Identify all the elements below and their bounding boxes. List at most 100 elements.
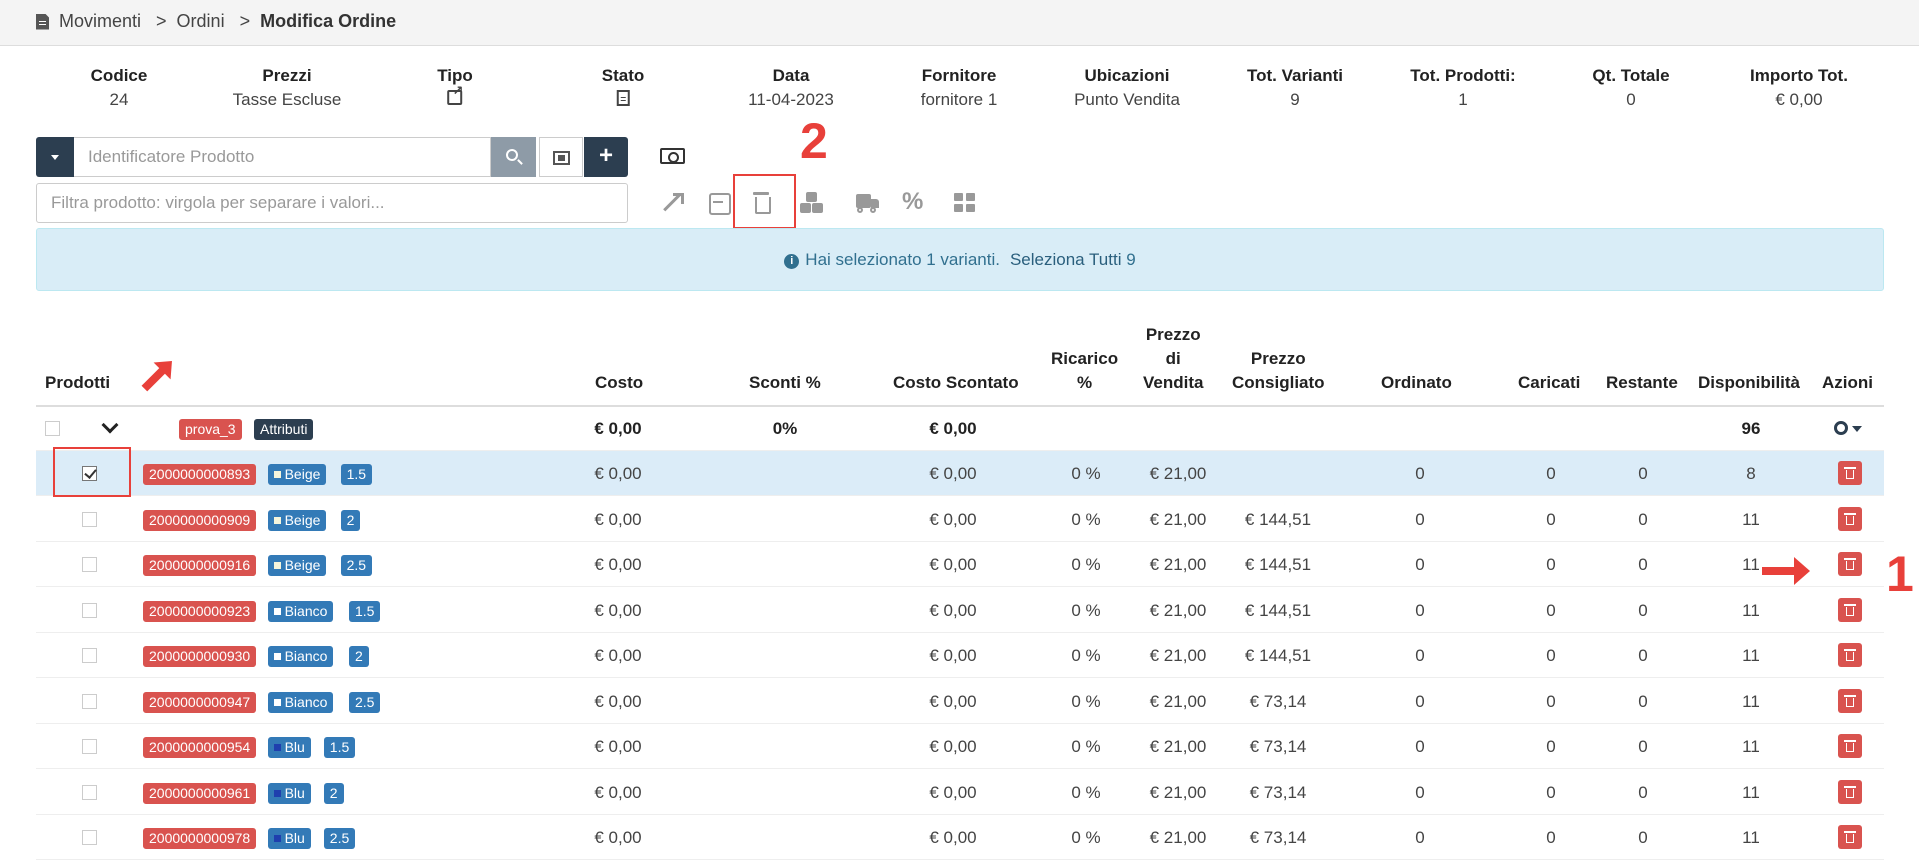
truck-icon[interactable] xyxy=(854,190,882,216)
row-checkbox[interactable] xyxy=(82,557,97,572)
barcode-label[interactable]: 2000000000978 xyxy=(143,828,257,849)
cell-prezzo-consigliato[interactable]: € 73,14 xyxy=(1250,679,1307,724)
document-icon[interactable] xyxy=(616,90,630,106)
cell-costo[interactable]: € 0,00 xyxy=(594,679,641,724)
size-attribute-label[interactable]: 2 xyxy=(323,783,344,804)
cell-prezzo-consigliato[interactable]: € 144,51 xyxy=(1245,633,1311,678)
table-row[interactable]: 2000000000947 Bianco 2.5 € 0,00 € 0,00 0 % € 2… xyxy=(36,679,1884,724)
cell-ricarico[interactable]: 0 % xyxy=(1071,588,1100,633)
delete-row-button[interactable] xyxy=(1838,734,1862,758)
cell-costo-scontato[interactable]: € 0,00 xyxy=(929,633,976,678)
th-ricarico[interactable]: Ricarico% xyxy=(1051,347,1118,395)
th-prezzo-vendita[interactable]: Prezzo di Vendita xyxy=(1143,323,1203,395)
table-row[interactable]: 2000000000961 Blu 2 € 0,00 € 0,00 0 % € 21,00 €… xyxy=(36,770,1884,815)
size-attribute-label[interactable]: 2 xyxy=(349,646,369,667)
search-button[interactable] xyxy=(491,137,536,177)
expand-icon[interactable] xyxy=(658,190,686,216)
cell-ricarico[interactable]: 0 % xyxy=(1071,724,1100,769)
cell-costo[interactable]: € 0,00 xyxy=(594,770,641,815)
th-costo-scontato[interactable]: Costo Scontato xyxy=(893,371,1019,395)
size-attribute-label[interactable]: 1.5 xyxy=(340,464,373,485)
barcode-label[interactable]: 2000000000954 xyxy=(143,737,257,758)
delete-row-button[interactable] xyxy=(1838,780,1862,804)
cell-prezzo-vendita[interactable]: € 21,00 xyxy=(1150,770,1207,815)
color-attribute-label[interactable]: Bianco xyxy=(267,646,334,667)
cell-prezzo-consigliato[interactable]: € 73,14 xyxy=(1250,815,1307,860)
cell-ricarico[interactable]: 0 % xyxy=(1071,770,1100,815)
barcode-label[interactable]: 2000000000930 xyxy=(143,646,257,667)
cell-ordinato[interactable]: 0 xyxy=(1415,497,1424,542)
scan-button[interactable] xyxy=(539,137,583,177)
cell-costo-scontato[interactable]: € 0,00 xyxy=(929,451,976,496)
cell-ricarico[interactable]: 0 % xyxy=(1071,451,1100,496)
cell-ricarico[interactable]: 0 % xyxy=(1071,679,1100,724)
select-all-link[interactable]: Seleziona Tutti 9 xyxy=(1010,250,1136,269)
cell-costo[interactable]: € 0,00 xyxy=(594,633,641,678)
cell-prezzo-vendita[interactable]: € 21,00 xyxy=(1150,451,1207,496)
collapse-icon[interactable] xyxy=(706,190,734,216)
color-attribute-label[interactable]: Beige xyxy=(267,464,327,485)
size-attribute-label[interactable]: 2.5 xyxy=(349,692,381,713)
table-row[interactable]: 2000000000893 Beige 1.5 € 0,00 € 0,00 0 % € 21… xyxy=(36,451,1884,496)
cell-costo-scontato[interactable]: € 0,00 xyxy=(929,542,976,587)
product-name-label[interactable]: prova_3 xyxy=(179,419,242,440)
color-attribute-label[interactable]: Blu xyxy=(267,737,311,758)
delete-row-button[interactable] xyxy=(1838,598,1862,622)
cell-ricarico[interactable]: 0 % xyxy=(1071,542,1100,587)
th-prezzo-consigliato[interactable]: Prezzo Consigliato xyxy=(1232,347,1325,395)
color-attribute-label[interactable]: Bianco xyxy=(267,601,334,622)
cell-prezzo-vendita[interactable]: € 21,00 xyxy=(1150,724,1207,769)
size-attribute-label[interactable]: 2 xyxy=(340,510,361,531)
cell-costo-scontato[interactable]: € 0,00 xyxy=(929,770,976,815)
delete-row-button[interactable] xyxy=(1838,507,1862,531)
barcode-label[interactable]: 2000000000923 xyxy=(143,601,257,622)
table-row[interactable]: 2000000000978 Blu 2.5 € 0,00 € 0,00 0 % € 21,0… xyxy=(36,815,1884,860)
barcode-label[interactable]: 2000000000947 xyxy=(143,692,257,713)
size-attribute-label[interactable]: 2.5 xyxy=(323,828,356,849)
cell-prezzo-consigliato[interactable]: € 73,14 xyxy=(1250,770,1307,815)
delete-row-button[interactable] xyxy=(1838,461,1862,485)
table-row[interactable]: 2000000000923 Bianco 1.5 € 0,00 € 0,00 0 % € 2… xyxy=(36,588,1884,633)
product-filter-input[interactable] xyxy=(36,183,628,223)
color-attribute-label[interactable]: Blu xyxy=(267,783,311,804)
delete-row-button[interactable] xyxy=(1838,643,1862,667)
cell-prezzo-consigliato[interactable]: € 73,14 xyxy=(1250,724,1307,769)
cell-ricarico[interactable]: 0 % xyxy=(1071,633,1100,678)
cell-prezzo-vendita[interactable]: € 21,00 xyxy=(1150,815,1207,860)
cell-costo-scontato[interactable]: € 0,00 xyxy=(929,588,976,633)
cell-prezzo-vendita[interactable]: € 21,00 xyxy=(1150,588,1207,633)
cell-prezzo-consigliato[interactable]: € 144,51 xyxy=(1245,542,1311,587)
search-type-dropdown-button[interactable] xyxy=(36,137,74,177)
size-attribute-label[interactable]: 2.5 xyxy=(340,555,373,576)
color-attribute-label[interactable]: Blu xyxy=(267,828,311,849)
cell-costo-scontato[interactable]: € 0,00 xyxy=(929,679,976,724)
caret-down-icon[interactable] xyxy=(1852,426,1862,432)
color-attribute-label[interactable]: Beige xyxy=(267,510,327,531)
chevron-down-icon[interactable] xyxy=(101,416,119,434)
cell-ordinato[interactable]: 0 xyxy=(1415,679,1424,724)
delete-row-button[interactable] xyxy=(1838,689,1862,713)
cell-ordinato[interactable]: 0 xyxy=(1415,588,1424,633)
row-checkbox[interactable] xyxy=(82,739,97,754)
row-checkbox[interactable] xyxy=(82,830,97,845)
th-prodotti[interactable]: Prodotti xyxy=(45,371,110,395)
cell-prezzo-vendita[interactable]: € 21,00 xyxy=(1150,497,1207,542)
th-disponibilita[interactable]: Disponibilità xyxy=(1698,371,1800,395)
th-costo[interactable]: Costo xyxy=(595,371,643,395)
cell-prezzo-vendita[interactable]: € 21,00 xyxy=(1150,542,1207,587)
barcode-label[interactable]: 2000000000961 xyxy=(143,783,257,804)
size-attribute-label[interactable]: 1.5 xyxy=(349,601,381,622)
attributes-label[interactable]: Attributi xyxy=(254,419,314,440)
product-identifier-input[interactable] xyxy=(74,137,491,177)
color-attribute-label[interactable]: Bianco xyxy=(267,692,334,713)
row-checkbox[interactable] xyxy=(82,785,97,800)
barcode-label[interactable]: 2000000000893 xyxy=(143,464,257,485)
cell-prezzo-vendita[interactable]: € 21,00 xyxy=(1150,679,1207,724)
cell-prezzo-consigliato[interactable]: € 144,51 xyxy=(1245,588,1311,633)
row-checkbox[interactable] xyxy=(82,603,97,618)
row-checkbox[interactable] xyxy=(82,512,97,527)
cell-costo-scontato[interactable]: € 0,00 xyxy=(929,815,976,860)
cell-ricarico[interactable]: 0 % xyxy=(1071,497,1100,542)
breadcrumb-ordini[interactable]: Ordini xyxy=(177,11,225,32)
external-link-icon[interactable] xyxy=(447,83,463,105)
